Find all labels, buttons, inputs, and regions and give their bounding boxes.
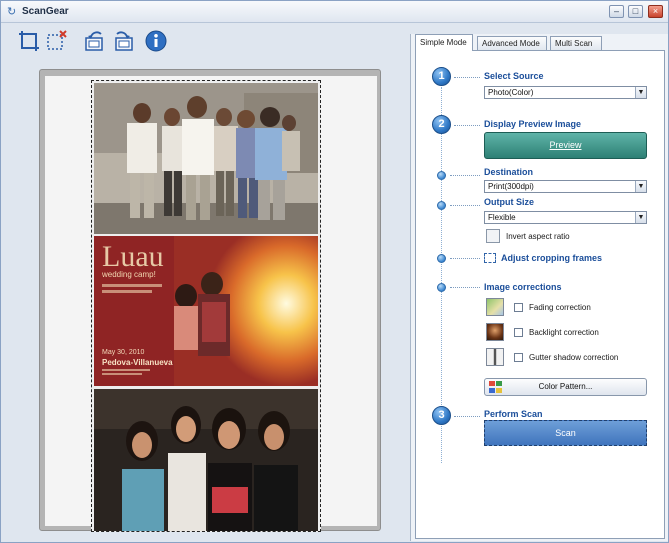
image-corrections-dot	[437, 283, 446, 292]
color-pattern-label: Color Pattern...	[538, 382, 593, 391]
scangear-app-icon: ↻	[7, 6, 17, 18]
title-bar: ↻ ScanGear – □ ×	[1, 1, 668, 23]
select-source-dropdown[interactable]: Photo(Color) ▼	[484, 86, 647, 99]
display-preview-title: Display Preview Image	[484, 119, 582, 129]
poster-subtitle: wedding camp!	[101, 270, 156, 279]
backlight-correction-checkbox[interactable]	[514, 328, 523, 337]
image-corrections-title: Image corrections	[484, 282, 562, 292]
scan-button-label: Scan	[555, 428, 576, 438]
settings-panel: Simple Mode Advanced Mode Multi Scan 1 S…	[410, 34, 668, 541]
maximize-button[interactable]: □	[628, 5, 643, 18]
scan-button[interactable]: Scan	[484, 420, 647, 446]
step-3-dots	[454, 416, 480, 417]
preview-photo-group	[94, 83, 318, 234]
invert-aspect-ratio-label: Invert aspect ratio	[506, 232, 570, 241]
gutter-shadow-label: Gutter shadow correction	[529, 353, 619, 362]
preview-photo-poster: Luau wedding camp! May 30, 2010 Pedova-V…	[94, 236, 318, 386]
output-size-title: Output Size	[484, 197, 534, 207]
adjust-frames-dot	[437, 254, 446, 263]
destination-dot	[437, 171, 446, 180]
destination-dots	[450, 175, 480, 176]
tab-multi-scan[interactable]: Multi Scan	[550, 36, 602, 50]
poster-venue: Pedova-Villanueva	[102, 358, 173, 367]
tab-simple-mode[interactable]: Simple Mode	[415, 34, 473, 51]
crop-frame-icon[interactable]	[17, 29, 41, 53]
output-size-dot	[437, 201, 446, 210]
fading-correction-label: Fading correction	[529, 303, 591, 312]
destination-dropdown[interactable]: Print(300dpi) ▼	[484, 180, 647, 193]
preview-area: Luau wedding camp! May 30, 2010 Pedova-V…	[39, 69, 381, 532]
output-size-dropdown[interactable]: Flexible ▼	[484, 211, 647, 224]
fading-correction-thumb	[486, 298, 504, 316]
gutter-shadow-thumb	[486, 348, 504, 366]
toolbar	[1, 24, 401, 58]
poster-date: May 30, 2010	[102, 349, 145, 356]
preview-photo-friends	[94, 389, 318, 531]
cropping-frame[interactable]: Luau wedding camp! May 30, 2010 Pedova-V…	[91, 80, 321, 532]
output-size-dots	[450, 205, 480, 206]
chevron-down-icon: ▼	[635, 212, 646, 223]
scanner-bed: Luau wedding camp! May 30, 2010 Pedova-V…	[45, 76, 377, 532]
destination-title: Destination	[484, 167, 534, 177]
minimize-button[interactable]: –	[609, 5, 624, 18]
output-size-value: Flexible	[488, 213, 516, 222]
remove-frame-icon[interactable]	[45, 29, 69, 53]
tab-advanced-mode[interactable]: Advanced Mode	[477, 36, 547, 50]
step-1-badge: 1	[432, 67, 451, 86]
backlight-correction-label: Backlight correction	[529, 328, 599, 337]
scangear-window: ↻ ScanGear – □ × Luau wedding camp! May …	[0, 0, 669, 543]
step-2-badge: 2	[432, 115, 451, 134]
info-icon[interactable]	[144, 29, 168, 53]
window-title: ScanGear	[22, 6, 69, 17]
step-2-dots	[454, 125, 480, 126]
gutter-shadow-checkbox[interactable]	[514, 353, 523, 362]
step-3-badge: 3	[432, 406, 451, 425]
adjust-frames-title[interactable]: Adjust cropping frames	[501, 253, 602, 263]
select-source-title: Select Source	[484, 71, 544, 81]
poster-title: Luau	[102, 240, 164, 273]
step-1-dots	[454, 77, 480, 78]
chevron-down-icon: ▼	[635, 87, 646, 98]
image-corrections-dots	[450, 287, 480, 288]
preview-button[interactable]: Preview	[484, 132, 647, 159]
preview-button-label: Preview	[549, 140, 582, 150]
fading-correction-checkbox[interactable]	[514, 303, 523, 312]
select-source-value: Photo(Color)	[488, 88, 534, 97]
close-button[interactable]: ×	[648, 5, 663, 18]
invert-aspect-ratio-icon[interactable]	[486, 229, 500, 243]
adjust-frames-dots	[450, 258, 480, 259]
simple-mode-body: 1 Select Source Photo(Color) ▼ 2 Display…	[415, 50, 665, 539]
rotate-left-icon[interactable]	[83, 29, 107, 53]
chevron-down-icon: ▼	[635, 181, 646, 192]
rotate-right-icon[interactable]	[111, 29, 135, 53]
color-pattern-icon	[489, 381, 502, 393]
perform-scan-title: Perform Scan	[484, 409, 543, 419]
destination-value: Print(300dpi)	[488, 182, 534, 191]
backlight-correction-thumb	[486, 323, 504, 341]
adjust-frames-icon[interactable]	[484, 253, 496, 263]
color-pattern-button[interactable]: Color Pattern...	[484, 378, 647, 396]
